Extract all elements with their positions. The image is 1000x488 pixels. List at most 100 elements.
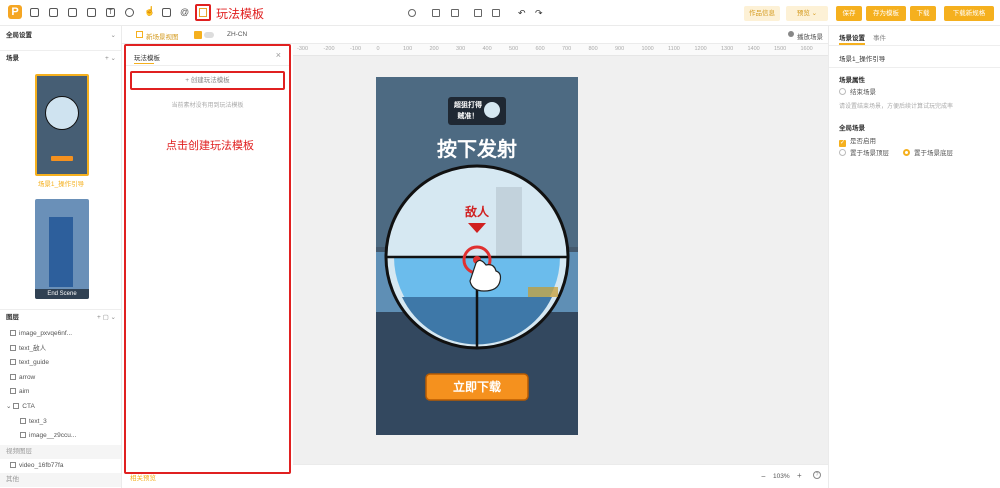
top-toolbar: P T ☝ @ 玩法模板 ↶ ↷ 作品信息 预览 ⌄ 保存 存为模板 下载 下载… — [0, 0, 1000, 26]
scene-thumbnail-1[interactable] — [35, 74, 89, 176]
layer-group-item[interactable]: ⌄ CTA — [6, 400, 35, 414]
radio-icon — [839, 149, 846, 156]
audio-tool-icon[interactable] — [68, 8, 77, 17]
game-preview[interactable]: 超狙打得 贼准！ 按下发射 敌人 立即下载 — [376, 77, 578, 435]
copy-icon[interactable] — [474, 9, 482, 17]
canvas-area[interactable]: -300 -200 -100 0 100 200 300 400 500 600 700 800 900… — [293, 26, 828, 488]
annotation-template-label: 玩法模板 — [216, 7, 265, 21]
game-badge: 超狙打得 贼准！ — [454, 102, 482, 120]
cta-download-button[interactable]: 立即下载 — [426, 378, 528, 395]
game-headline: 按下发射 — [437, 139, 517, 161]
layer-item[interactable]: image_pxvqe6nf... — [10, 327, 72, 341]
add-scene-icon[interactable]: + ⌄ — [105, 51, 116, 67]
zoom-in-icon[interactable]: + — [797, 471, 802, 480]
scene-label-1[interactable]: 场景1_操作引导 — [0, 178, 122, 188]
checkmark-icon: ✓ — [839, 140, 846, 147]
related-preview-link[interactable]: 相关预览 — [130, 472, 156, 482]
top-layer-option[interactable]: 置于场景顶层 — [839, 147, 889, 157]
tab-underline — [134, 63, 154, 64]
tab-events[interactable]: 事件 — [873, 32, 886, 42]
folder-icon — [13, 403, 20, 409]
layer-stack-icon[interactable] — [408, 9, 416, 17]
ruler-tick: 600 — [535, 46, 545, 52]
save-template-button[interactable]: 存为模板 — [866, 6, 906, 21]
chevron-down-icon[interactable]: ⌄ — [111, 28, 116, 44]
text-tool-icon[interactable]: T — [106, 8, 115, 17]
template-icon — [199, 8, 207, 17]
ruler-tick: 1500 — [774, 46, 787, 52]
layer-item[interactable]: aim — [10, 385, 29, 399]
undo-icon[interactable]: ↶ — [518, 9, 526, 18]
scene-name[interactable]: 场景1_操作引导 — [839, 53, 885, 63]
text-icon — [10, 345, 16, 351]
help-icon[interactable]: ? — [813, 471, 821, 479]
video-tool-icon[interactable] — [49, 8, 58, 17]
ruler-tick: -200 — [323, 46, 335, 52]
ruler-tick: 1200 — [694, 46, 707, 52]
preview-label: 预览 — [796, 10, 810, 17]
play-scene-icon[interactable] — [788, 31, 794, 37]
bottom-layer-option[interactable]: 置于场景底层 — [903, 147, 953, 157]
add-layer-icon[interactable]: + ▢ ⌄ — [97, 310, 116, 326]
image-tool-icon[interactable] — [30, 8, 39, 17]
layer-item[interactable]: text_3 — [20, 415, 47, 429]
text-icon — [10, 359, 16, 365]
enable-checkbox[interactable]: ✓ 是否启用 — [839, 135, 876, 147]
paste-icon[interactable] — [492, 9, 500, 17]
template-tool-button[interactable] — [195, 4, 211, 21]
text-icon — [20, 418, 26, 424]
language-select[interactable]: ZH-CN — [227, 31, 247, 38]
download-button[interactable]: 下载 — [910, 6, 936, 21]
create-template-button[interactable]: + 创建玩法模板 — [130, 71, 285, 90]
ruler-tick: 700 — [562, 46, 572, 52]
scene-view-icon[interactable] — [136, 31, 143, 38]
scenes-header: 场景 + ⌄ — [0, 50, 122, 66]
end-scene-option[interactable]: 结束场景 — [839, 86, 876, 96]
ruler-tick: 800 — [588, 46, 598, 52]
gesture-tool-icon[interactable]: ☝ — [144, 7, 155, 17]
layers-header: 图层 + ▢ ⌄ — [0, 309, 122, 325]
other-section-header: 其他 — [0, 473, 121, 487]
redo-icon[interactable]: ↷ — [535, 9, 543, 18]
canvas-bottom-bar: − 103% + ? — [293, 464, 828, 488]
work-info-button[interactable]: 作品信息 — [744, 6, 780, 21]
layer-item[interactable]: arrow — [10, 371, 35, 385]
scene-view-label[interactable]: 新场景视图 — [146, 31, 179, 41]
radio-icon — [839, 88, 846, 95]
preview-dropdown-button[interactable]: 预览 ⌄ — [786, 6, 828, 21]
ruler-tick: 1000 — [641, 46, 654, 52]
horizontal-ruler: -300 -200 -100 0 100 200 300 400 500 600 700 800 900… — [293, 44, 828, 56]
tab-scene-settings[interactable]: 场景设置 — [839, 32, 865, 42]
zoom-level[interactable]: 103% — [773, 473, 790, 480]
folder-icon[interactable] — [432, 9, 440, 17]
video-layer-item[interactable]: video_16fb77fa — [10, 459, 63, 473]
video-icon — [10, 462, 16, 468]
app-logo: P — [8, 5, 22, 19]
list-tool-icon[interactable] — [162, 8, 171, 17]
scene-thumbnail-2[interactable]: End Scene — [35, 199, 89, 299]
ruler-tick: 0 — [376, 46, 380, 52]
ruler-tick: 300 — [456, 46, 466, 52]
toggle-switch[interactable] — [204, 32, 214, 38]
download-more-button[interactable]: 下载新规格 — [944, 6, 994, 21]
end-scene-hint: 请设置结束场景，方便后续计算试玩完成率 — [839, 104, 954, 110]
play-scene-label[interactable]: 播放场景 — [797, 31, 823, 41]
video-section-header: 视频图层 — [0, 445, 121, 459]
layer-item[interactable]: text_敌人 — [10, 342, 46, 356]
shape-tool-icon[interactable] — [87, 8, 96, 17]
layer-item[interactable]: image__z9ccu... — [20, 429, 76, 443]
chevron-down-icon: ⌄ — [6, 403, 14, 410]
save-button[interactable]: 保存 — [836, 6, 862, 21]
at-tool-icon[interactable]: @ — [180, 8, 189, 17]
zoom-out-icon[interactable]: − — [761, 472, 766, 481]
template-panel-title[interactable]: 玩法模板 — [134, 52, 160, 62]
image-icon — [20, 432, 26, 438]
global-settings-header[interactable]: 全局设置 ⌄ — [0, 28, 122, 44]
close-icon[interactable]: × — [276, 50, 281, 60]
folder-open-icon[interactable] — [451, 9, 459, 17]
scenes-title: 场景 — [6, 55, 19, 62]
layers-title: 图层 — [6, 314, 19, 321]
effect-tool-icon[interactable] — [125, 8, 134, 17]
layer-item[interactable]: text_guide — [10, 356, 49, 370]
color-swatch-icon[interactable] — [194, 31, 202, 39]
